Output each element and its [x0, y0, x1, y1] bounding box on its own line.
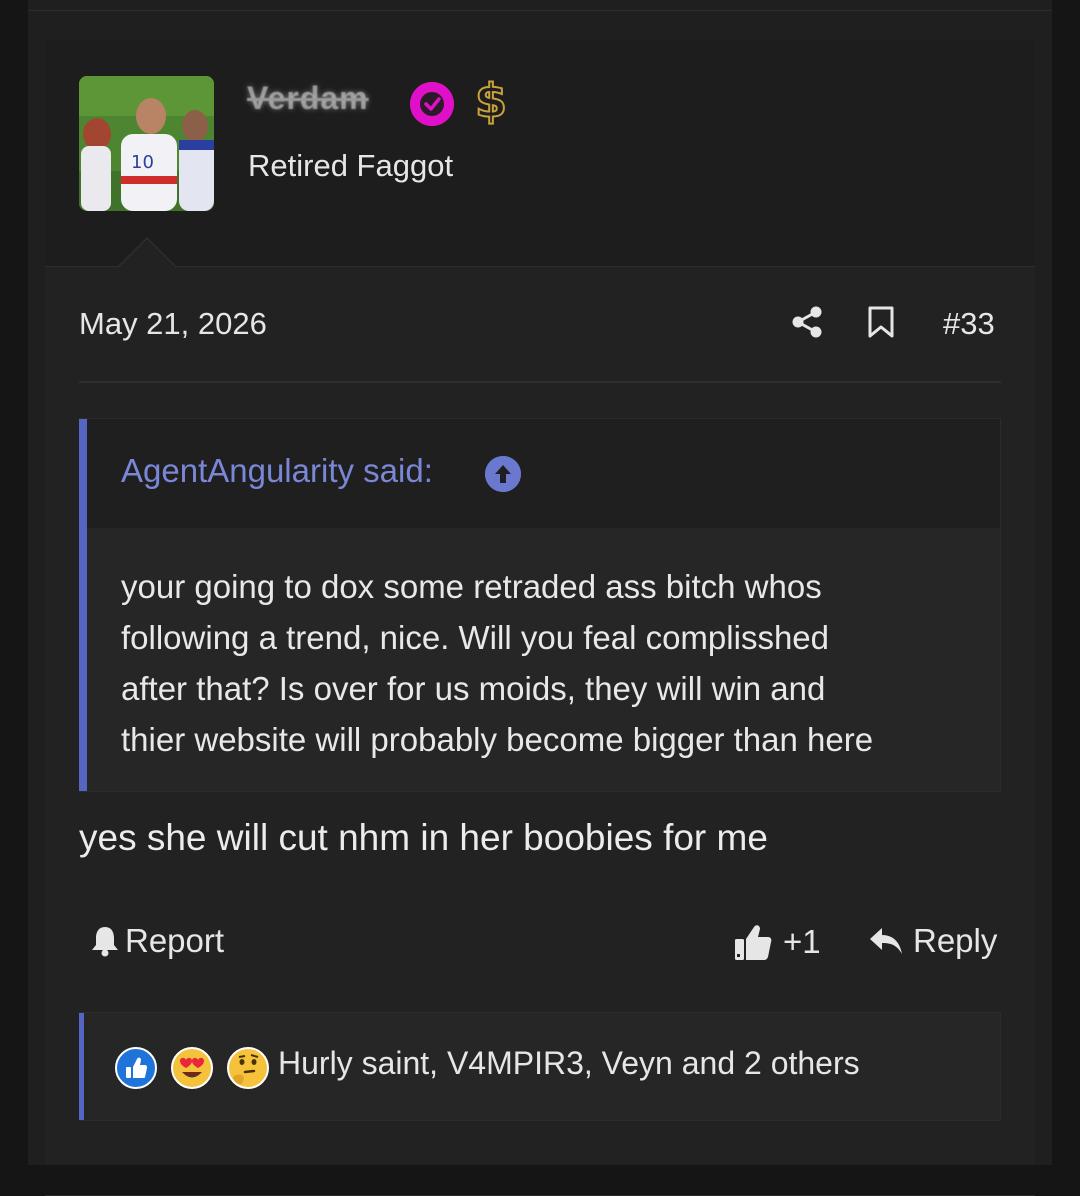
bookmark-icon[interactable]: [867, 306, 895, 338]
report-label: Report: [125, 922, 225, 959]
thumbs-up-icon: [735, 925, 772, 960]
thumbs-up-reaction-icon[interactable]: [115, 1047, 157, 1089]
reply-button[interactable]: Reply: [867, 922, 997, 960]
dollar-badge-icon: $: [474, 73, 508, 129]
report-button[interactable]: Report: [87, 922, 224, 960]
post-user-header: 10 Verdam $ Retired Faggot: [45, 40, 1035, 267]
bell-icon: [92, 927, 118, 957]
avatar[interactable]: 10: [79, 76, 214, 211]
post-message: 10 Verdam $ Retired Faggot May 21, 2026: [45, 40, 1035, 1196]
reply-label: Reply: [913, 922, 998, 959]
quote-header: AgentAngularity said:: [87, 419, 1000, 528]
reply-icon: [870, 928, 902, 954]
post-body-text: yes she will cut nhm in her boobies for …: [79, 817, 768, 858]
username[interactable]: Verdam: [247, 80, 369, 117]
like-button[interactable]: +1: [733, 922, 821, 962]
post-number-link[interactable]: #33: [943, 306, 995, 342]
quote-content: your going to dox some retraded ass bitc…: [121, 561, 981, 765]
reactions-summary[interactable]: Hurly saint, V4MPIR3, Veyn and 2 others: [278, 1045, 860, 1082]
post-date[interactable]: May 21, 2026: [79, 306, 267, 342]
verified-badge-icon: [410, 82, 454, 126]
arrow-up-icon[interactable]: [485, 456, 521, 492]
quote-line: your going to dox some retraded ass bitc…: [121, 568, 822, 605]
header-arrow-fill: [118, 239, 176, 268]
quote-line: following a trend, nice. Will you feal c…: [121, 619, 830, 656]
quote-block: AgentAngularity said: your going to dox …: [79, 418, 1001, 792]
divider: [28, 10, 1052, 11]
quote-line: after that? Is over for us moids, they w…: [121, 670, 826, 707]
user-title: Retired Faggot: [248, 148, 454, 183]
like-label: +1: [783, 923, 821, 960]
thinking-reaction-icon[interactable]: [227, 1047, 269, 1089]
heart-eyes-reaction-icon[interactable]: [171, 1047, 213, 1089]
avatar-photo: 10: [79, 76, 214, 211]
reactions-bar[interactable]: Hurly saint, V4MPIR3, Veyn and 2 others: [79, 1012, 1001, 1121]
divider: [79, 381, 1001, 383]
quote-accent-bar: [79, 419, 87, 791]
quote-line: thier website will probably become bigge…: [121, 721, 874, 758]
reactions-accent-bar: [79, 1013, 84, 1120]
quote-author[interactable]: AgentAngularity said:: [121, 452, 433, 490]
thread-container: 10 Verdam $ Retired Faggot May 21, 2026: [28, 0, 1052, 1196]
svg-text:10: 10: [131, 152, 154, 173]
share-icon[interactable]: [791, 306, 823, 338]
